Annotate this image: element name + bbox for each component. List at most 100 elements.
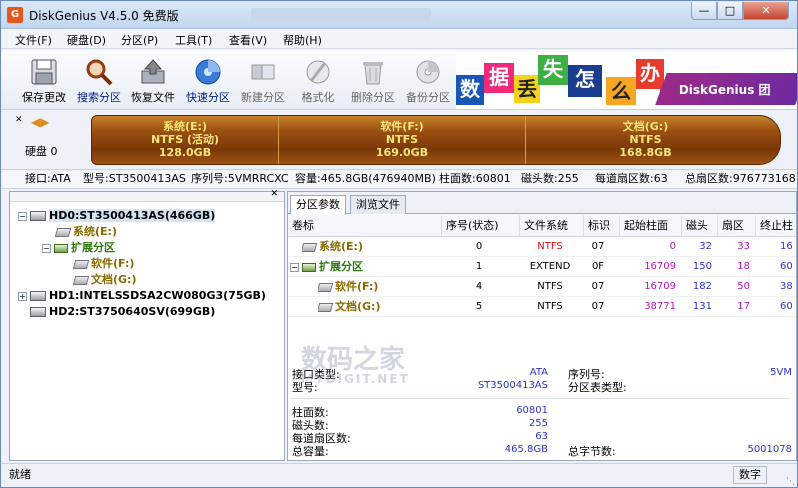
disk-icon <box>30 291 46 301</box>
col-id[interactable]: 标识 <box>584 215 620 237</box>
expand-icon[interactable]: + <box>18 291 27 301</box>
delete-partition-label: 删除分区 <box>351 91 395 104</box>
disk-icon <box>30 307 46 317</box>
collapse-icon[interactable]: − <box>18 211 27 221</box>
tab-partition-params[interactable]: 分区参数 <box>290 195 346 215</box>
menu-disk[interactable]: 硬盘(D) <box>67 32 106 48</box>
quick-partition-icon <box>195 59 221 85</box>
col-volume-label[interactable]: 卷标 <box>288 215 442 237</box>
tree-partition-e[interactable]: 系统(E:) <box>54 224 117 240</box>
col-start-cylinder[interactable]: 起始柱面 <box>620 215 682 237</box>
quick-partition-button[interactable]: 快速分区 <box>179 54 237 108</box>
app-icon: G <box>7 7 23 23</box>
detail-total-bytes-label: 总字节数: <box>568 445 616 458</box>
backup-partition-button[interactable]: 备份分区 <box>399 54 457 108</box>
detail-serial-value: 5VM <box>770 367 792 378</box>
info-heads: 磁头数:255 <box>521 172 579 185</box>
banner-brand: DiskGenius 团 <box>678 83 771 97</box>
info-cylinders: 柱面数:60801 <box>439 172 511 185</box>
format-button[interactable]: 格式化 <box>289 54 347 108</box>
disk-nav-arrows[interactable]: ◀▶ <box>31 115 49 129</box>
menu-partition[interactable]: 分区(P) <box>121 32 158 48</box>
partition-segment-g[interactable]: 文档(G:) NTFS 168.8GB <box>525 116 765 164</box>
col-sector[interactable]: 扇区 <box>718 215 756 237</box>
tab-browse-files[interactable]: 浏览文件 <box>350 195 406 214</box>
status-bar: 就绪 数字 ⋱ <box>1 463 797 487</box>
extended-partition-icon <box>54 243 68 253</box>
banner-char: 么 <box>606 77 636 105</box>
table-row[interactable]: − 扩展分区 1 EXTEND 0F 16709 150 18 60 <box>288 257 796 277</box>
partition-size: 169.0GB <box>375 146 429 159</box>
save-button[interactable]: 保存更改 <box>15 54 73 108</box>
backup-partition-icon <box>416 60 440 84</box>
partition-segment-f[interactable]: 软件(F:) NTFS 169.0GB <box>278 116 525 164</box>
delete-partition-icon <box>363 62 383 85</box>
watermark-main: 数码之家 <box>301 345 406 375</box>
recover-files-label: 恢复文件 <box>131 91 175 104</box>
new-partition-label: 新建分区 <box>241 91 285 104</box>
backup-partition-label: 备份分区 <box>406 91 450 104</box>
table-row[interactable]: 文档(G:) 5 NTFS 07 38771 131 17 60 <box>288 297 796 317</box>
detail-total-bytes-value: 5001078 <box>747 444 792 455</box>
detail-partition-table-type-label: 分区表类型: <box>568 381 627 394</box>
info-sectors-per-track: 每道扇区数:63 <box>595 172 668 185</box>
menu-view[interactable]: 查看(V) <box>229 32 267 48</box>
delete-partition-button[interactable]: 删除分区 <box>344 54 402 108</box>
format-label: 格式化 <box>301 91 335 104</box>
collapse-icon[interactable]: − <box>42 243 51 253</box>
tree-disk-hd0[interactable]: − HD0:ST3500413AS(466GB) <box>18 208 216 224</box>
ad-banner[interactable]: 数 据 丢 失 怎 么 办 ! DiskGenius 团 <box>456 53 797 109</box>
partition-table: 卷标 序号(状态) 文件系统 标识 起始柱面 磁头 扇区 终止柱 系统(E:) … <box>288 215 796 347</box>
recover-files-button[interactable]: 恢复文件 <box>124 54 182 108</box>
banner-char: 数 <box>456 75 484 105</box>
banner-char: 怎 <box>568 65 602 97</box>
banner-char: 据 <box>484 63 514 93</box>
search-partition-button[interactable]: 搜索分区 <box>70 54 128 108</box>
partition-segment-e[interactable]: 系统(E:) NTFS (活动) 128.0GB <box>92 116 278 164</box>
menu-file[interactable]: 文件(F) <box>15 32 52 48</box>
disk-label: 硬盘 0 <box>25 145 58 158</box>
resize-grip-icon[interactable]: ⋱ <box>786 472 795 487</box>
partition-bar: 系统(E:) NTFS (活动) 128.0GB 软件(F:) NTFS 169… <box>91 115 781 165</box>
close-panel-icon[interactable]: ✕ <box>15 115 23 125</box>
maximize-button[interactable]: □ <box>717 2 743 20</box>
col-head[interactable]: 磁头 <box>682 215 718 237</box>
col-index-status[interactable]: 序号(状态) <box>442 215 520 237</box>
search-partition-label: 搜索分区 <box>77 91 121 104</box>
tree-partition-f[interactable]: 软件(F:) <box>72 256 134 272</box>
close-button[interactable]: ✕ <box>743 2 789 20</box>
info-total-sectors: 总扇区数:976773168 <box>685 172 796 185</box>
new-partition-button[interactable]: 新建分区 <box>234 54 292 108</box>
partition-name: 文档(G:) <box>622 120 669 133</box>
tree-disk-hd2[interactable]: HD2:ST3750640SV(699GB) <box>30 304 215 320</box>
partition-name: 软件(F:) <box>380 120 424 133</box>
info-model: 型号:ST3500413AS <box>83 172 186 185</box>
menu-help[interactable]: 帮助(H) <box>283 32 322 48</box>
detail-sectors-per-track-value: 63 <box>535 431 548 442</box>
partition-fs: NTFS <box>629 133 662 146</box>
tree-partition-g[interactable]: 文档(G:) <box>72 272 136 288</box>
table-row[interactable]: 系统(E:) 0 NTFS 07 0 32 33 16 <box>288 237 796 257</box>
col-end-cylinder[interactable]: 终止柱 <box>756 215 796 237</box>
title-bar: G DiskGenius V4.5.0 免费版 — □ ✕ <box>1 1 797 29</box>
col-filesystem[interactable]: 文件系统 <box>520 215 584 237</box>
next-disk-icon: ▶ <box>40 115 50 129</box>
tree-disk-hd1[interactable]: + HD1:INTELSSDSA2CW080G3(75GB) <box>18 288 266 304</box>
detail-model-value: ST3500413AS <box>477 380 548 391</box>
banner-brand-strip: DiskGenius 团 <box>655 73 797 105</box>
window-title: DiskGenius V4.5.0 免费版 <box>29 9 179 23</box>
save-icon <box>31 59 57 85</box>
app-window: G DiskGenius V4.5.0 免费版 — □ ✕ 文件(F) 硬盘(D… <box>0 0 798 488</box>
quick-partition-label: 快速分区 <box>186 91 230 104</box>
tree-extended-partition[interactable]: − 扩展分区 <box>42 240 115 256</box>
collapse-icon[interactable]: − <box>290 262 299 272</box>
minimize-button[interactable]: — <box>691 2 717 20</box>
tree-panel-header: ✕ <box>10 189 284 202</box>
menu-bar: 文件(F) 硬盘(D) 分区(P) 工具(T) 查看(V) 帮助(H) <box>1 29 797 49</box>
menu-tools[interactable]: 工具(T) <box>175 32 212 48</box>
table-row[interactable]: 软件(F:) 4 NTFS 07 16709 182 50 38 <box>288 277 796 297</box>
close-tree-icon[interactable]: ✕ <box>270 189 278 199</box>
partition-icon <box>318 282 334 292</box>
detail-capacity-value: 465.8GB <box>504 444 548 455</box>
numlock-indicator: 数字 <box>733 466 767 484</box>
